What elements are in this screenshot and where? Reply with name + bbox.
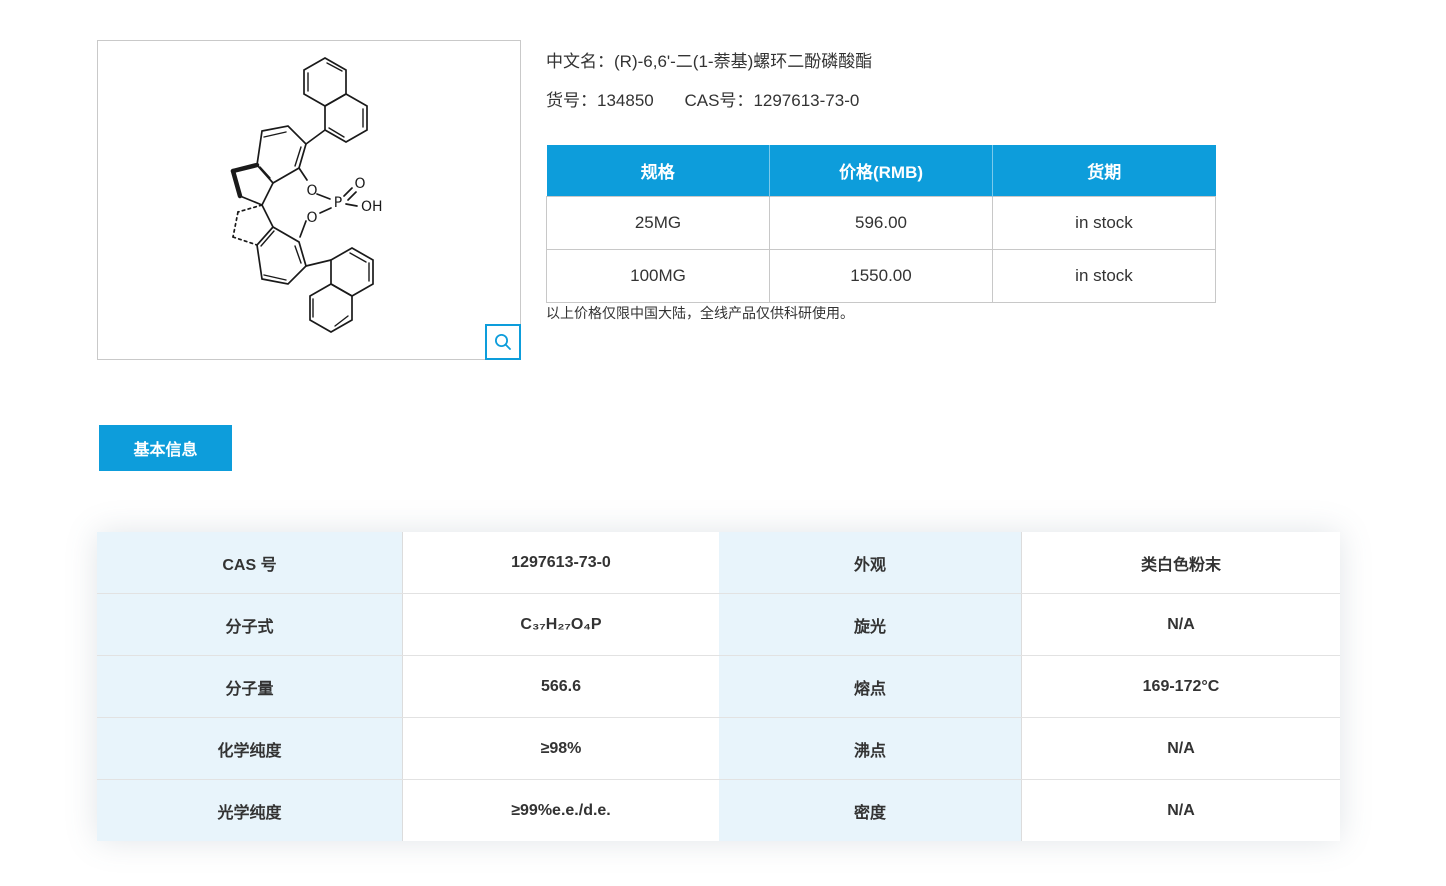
table-row: 分子量 566.6 熔点 169-172°C	[97, 656, 1340, 718]
info-value: 类白色粉末	[1022, 532, 1340, 593]
product-name-label: 中文名：	[546, 52, 614, 71]
atom-label-o1: O	[306, 183, 317, 199]
atom-label-o2: O	[306, 210, 317, 226]
info-label: 分子式	[97, 594, 403, 655]
product-head: 中文名：(R)-6,6'-二(1-萘基)螺环二酚磷酸酯 货号：134850 CA…	[546, 52, 872, 111]
table-row: 光学纯度 ≥99%e.e./d.e. 密度 N/A	[97, 780, 1340, 841]
price-disclaimer: 以上价格仅限中国大陆，全线产品仅供科研使用。	[546, 303, 854, 323]
molecule-structure: O P O OH O	[98, 41, 520, 359]
zoom-structure-button[interactable]	[485, 324, 521, 360]
info-value: N/A	[1022, 718, 1340, 779]
info-label: CAS 号	[97, 532, 403, 593]
price-row: 25MG 596.00 in stock	[547, 197, 1216, 250]
info-label: 化学纯度	[97, 718, 403, 779]
atom-label-p: P	[334, 195, 342, 211]
cas-label: CAS号：	[684, 91, 753, 110]
price-table-header-row: 规格 价格(RMB) 货期	[547, 145, 1216, 197]
tab-basic-info[interactable]: 基本信息	[99, 425, 232, 471]
info-value: 1297613-73-0	[403, 532, 719, 593]
product-name: (R)-6,6'-二(1-萘基)螺环二酚磷酸酯	[614, 52, 872, 71]
price-header-leadtime: 货期	[993, 145, 1216, 197]
info-value: 566.6	[403, 656, 719, 717]
sku-label: 货号：	[546, 91, 597, 110]
atom-label-oh: OH	[361, 199, 383, 215]
cas-value: 1297613-73-0	[753, 91, 859, 110]
price-cell: 1550.00	[770, 250, 993, 303]
basic-info-table: CAS 号 1297613-73-0 外观 类白色粉末 分子式 C₃₇H₂₇O₄…	[97, 532, 1340, 841]
info-value: ≥98%	[403, 718, 719, 779]
info-label: 沸点	[719, 718, 1022, 779]
product-page: O P O OH O 中文名：(R)-6,6'-二(1-萘基)螺环二酚磷酸酯 货…	[0, 0, 1446, 886]
info-label: 旋光	[719, 594, 1022, 655]
product-name-line: 中文名：(R)-6,6'-二(1-萘基)螺环二酚磷酸酯	[546, 52, 872, 72]
magnifier-icon	[493, 332, 513, 352]
info-value: C₃₇H₂₇O₄P	[403, 594, 719, 655]
product-number-line: 货号：134850 CAS号：1297613-73-0	[546, 91, 872, 111]
info-label: 分子量	[97, 656, 403, 717]
info-label: 熔点	[719, 656, 1022, 717]
table-row: 化学纯度 ≥98% 沸点 N/A	[97, 718, 1340, 780]
price-header-price: 价格(RMB)	[770, 145, 993, 197]
info-value: N/A	[1022, 594, 1340, 655]
price-table: 规格 价格(RMB) 货期 25MG 596.00 in stock 100MG…	[546, 145, 1216, 303]
spec-cell: 25MG	[547, 197, 770, 250]
stock-cell: in stock	[993, 250, 1216, 303]
structure-image: O P O OH O	[97, 40, 521, 360]
sku-value: 134850	[597, 91, 654, 110]
price-header-spec: 规格	[547, 145, 770, 197]
info-label: 外观	[719, 532, 1022, 593]
info-value: ≥99%e.e./d.e.	[403, 780, 719, 841]
info-value: N/A	[1022, 780, 1340, 841]
info-label: 密度	[719, 780, 1022, 841]
table-row: 分子式 C₃₇H₂₇O₄P 旋光 N/A	[97, 594, 1340, 656]
price-row: 100MG 1550.00 in stock	[547, 250, 1216, 303]
info-value: 169-172°C	[1022, 656, 1340, 717]
price-cell: 596.00	[770, 197, 993, 250]
info-label: 光学纯度	[97, 780, 403, 841]
atom-label-o-double: O	[354, 176, 365, 192]
spec-cell: 100MG	[547, 250, 770, 303]
table-row: CAS 号 1297613-73-0 外观 类白色粉末	[97, 532, 1340, 594]
stock-cell: in stock	[993, 197, 1216, 250]
